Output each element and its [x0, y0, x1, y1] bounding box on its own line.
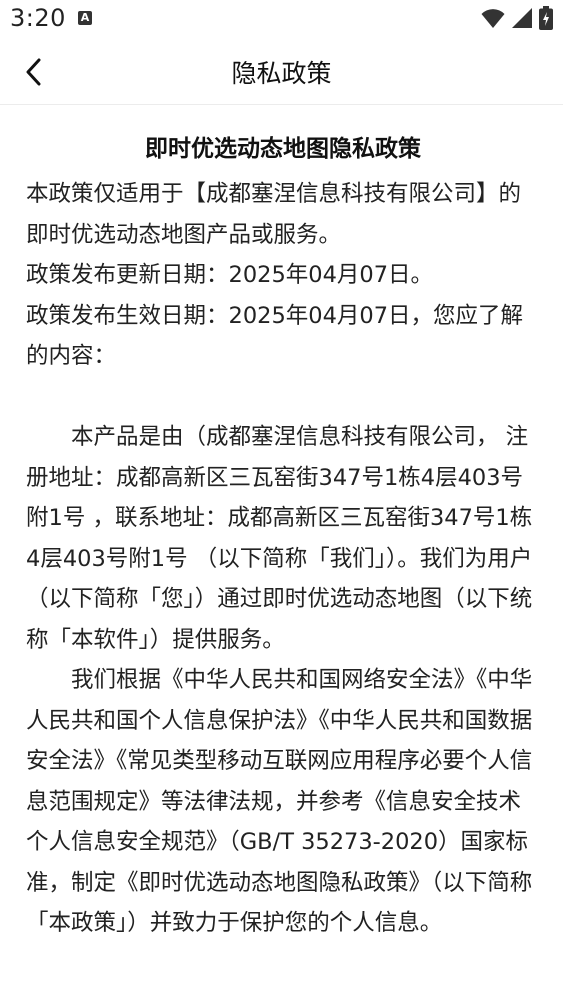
paragraph-company-info: 本产品是由（成都塞涅信息科技有限公司， 注册地址：成都高新区三瓦窑街347号1栋… [26, 424, 533, 653]
paragraph-scope: 本政策仅适用于【成都塞涅信息科技有限公司】的即时优选动态地图产品或服务。 [26, 181, 522, 248]
status-time: 3:20 [10, 4, 66, 32]
notification-badge-icon: A [78, 11, 92, 25]
policy-content[interactable]: 即时优选动态地图隐私政策 本政策仅适用于【成都塞涅信息科技有限公司】的即时优选动… [26, 126, 540, 944]
battery-charging-icon [539, 6, 553, 30]
status-icons [481, 6, 553, 30]
signal-icon [512, 8, 532, 28]
nav-bar: 隐私政策 [0, 40, 563, 105]
paragraph-legal-basis: 我们根据《中华人民共和国网络安全法》《中华人民共和国个人信息保护法》《中华人民共… [26, 667, 533, 936]
status-bar: 3:20 A [0, 0, 563, 40]
wifi-icon [481, 9, 505, 28]
page-title: 隐私政策 [231, 59, 332, 88]
document-title: 即时优选动态地图隐私政策 [145, 136, 421, 162]
paragraph-effective-date: 政策发布生效日期：2025年04月07日，您应了解的内容： [26, 302, 524, 370]
paragraph-update-date: 政策发布更新日期：2025年04月07日。 [26, 262, 434, 288]
